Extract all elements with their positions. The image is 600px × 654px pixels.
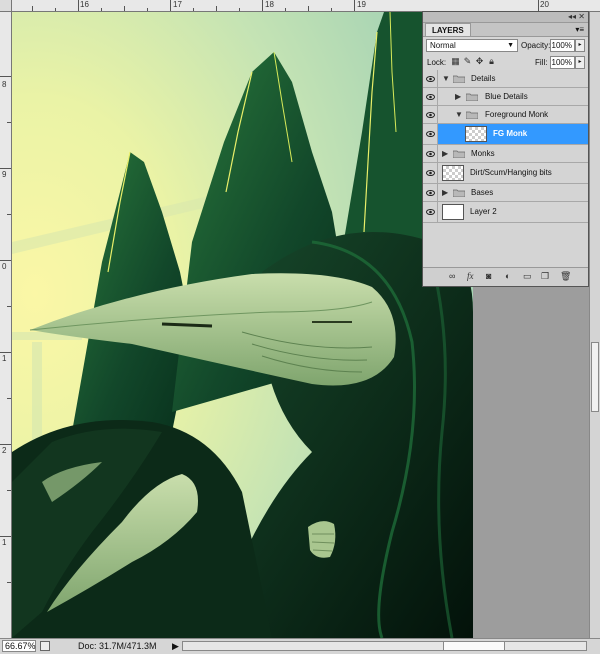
- lock-all-icon[interactable]: 🔒︎: [487, 57, 496, 66]
- fx-icon[interactable]: fx: [467, 271, 474, 282]
- lock-transparency-icon[interactable]: ▦: [451, 57, 460, 66]
- mask-icon[interactable]: ◙: [486, 271, 491, 282]
- layer-name: FG Monk: [493, 129, 528, 138]
- fill-slider-toggle[interactable]: ▸: [575, 56, 585, 69]
- panel-window-controls[interactable]: ◂◂ ✕: [568, 12, 585, 21]
- lock-position-icon[interactable]: ✥: [475, 57, 484, 66]
- lock-pixels-icon[interactable]: ✎: [463, 57, 472, 66]
- opacity-input[interactable]: 100%: [550, 39, 575, 52]
- panel-footer: ∞ fx ◙ ◐ ▭ ❐ 🗑︎: [423, 267, 588, 286]
- layer-row-fg-monk[interactable]: FG Monk: [423, 124, 588, 145]
- visibility-toggle[interactable]: [423, 184, 438, 201]
- blend-mode-value: Normal: [430, 41, 456, 50]
- eye-icon: [426, 93, 435, 100]
- collapse-triangle-icon[interactable]: ▶: [442, 188, 448, 198]
- layer-thumbnail: [465, 126, 487, 142]
- opacity-label: Opacity:: [521, 41, 551, 50]
- new-layer-icon[interactable]: ❐: [541, 271, 549, 282]
- tab-layers[interactable]: LAYERS: [425, 23, 471, 36]
- visibility-toggle[interactable]: [423, 145, 438, 162]
- layers-panel: ◂◂ ✕ LAYERS ▾≡ Normal ▼ Opacity: 100% ▸ …: [422, 11, 589, 287]
- layer-row-details[interactable]: ▼ Details: [423, 70, 588, 88]
- layer-name: Monks: [471, 148, 495, 158]
- new-group-icon[interactable]: ▭: [523, 271, 532, 282]
- layer-name: Bases: [471, 187, 494, 197]
- document-canvas[interactable]: [12, 12, 473, 638]
- zoom-level-input[interactable]: 66.67%: [2, 640, 36, 652]
- chevron-down-icon: ▼: [507, 42, 514, 49]
- layer-thumbnail: [442, 165, 464, 181]
- artwork-plague-monk: [12, 12, 473, 638]
- vertical-scroll-thumb[interactable]: [591, 342, 599, 412]
- eye-icon: [426, 150, 435, 157]
- layer-thumbnail: [442, 204, 464, 220]
- layer-name: Blue Details: [485, 91, 528, 101]
- opacity-slider-toggle[interactable]: ▸: [575, 39, 585, 52]
- eye-icon: [426, 189, 435, 196]
- status-bar: 66.67% Doc: 31.7M/471.3M ▶: [0, 638, 600, 654]
- adjustment-icon[interactable]: ◐: [505, 271, 510, 282]
- layer-name: Details: [471, 73, 496, 83]
- document-status-icon[interactable]: [40, 641, 50, 651]
- ruler-corner: [0, 0, 12, 12]
- visibility-toggle[interactable]: [423, 88, 438, 105]
- blend-mode-select[interactable]: Normal ▼: [426, 39, 518, 52]
- fill-input[interactable]: 100%: [550, 56, 575, 69]
- fill-label: Fill:: [535, 58, 548, 67]
- folder-icon: [453, 189, 465, 197]
- layer-row-dirt-scum[interactable]: Dirt/Scum/Hanging bits: [423, 163, 588, 184]
- panel-tab-bar: LAYERS ▾≡: [423, 23, 588, 37]
- layer-name: Dirt/Scum/Hanging bits: [470, 168, 552, 177]
- folder-icon: [466, 93, 478, 101]
- visibility-toggle[interactable]: [423, 70, 438, 87]
- folder-icon: [466, 111, 478, 119]
- layer-name: Foreground Monk: [485, 109, 549, 119]
- collapse-triangle-icon[interactable]: ▶: [442, 149, 448, 159]
- lock-label: Lock:: [427, 58, 447, 67]
- link-icon[interactable]: ∞: [449, 271, 455, 282]
- document-size-info[interactable]: Doc: 31.7M/471.3M: [56, 640, 172, 652]
- panel-title-bar[interactable]: ◂◂ ✕: [423, 12, 588, 23]
- layer-row-monks[interactable]: ▶ Monks: [423, 145, 588, 163]
- left-ruler[interactable]: 8 9 0 1 2 1: [0, 12, 12, 638]
- blend-opacity-row: Normal ▼ Opacity: 100% ▸: [423, 37, 588, 54]
- status-menu-arrow-icon[interactable]: ▶: [172, 641, 179, 652]
- trash-icon[interactable]: 🗑︎: [560, 271, 571, 282]
- horizontal-scroll-thumb[interactable]: [443, 642, 505, 650]
- eye-icon: [426, 170, 435, 176]
- layer-row-foreground-monk[interactable]: ▼ Foreground Monk: [423, 106, 588, 124]
- expand-triangle-icon[interactable]: ▼: [455, 110, 463, 120]
- vertical-scrollbar[interactable]: [589, 12, 600, 638]
- eye-icon: [426, 209, 435, 215]
- visibility-toggle[interactable]: [423, 202, 438, 222]
- expand-triangle-icon[interactable]: ▼: [442, 74, 450, 84]
- collapse-triangle-icon[interactable]: ▶: [455, 92, 461, 102]
- visibility-toggle[interactable]: [423, 124, 438, 144]
- folder-icon: [453, 75, 465, 83]
- visibility-toggle[interactable]: [423, 106, 438, 123]
- eye-icon: [426, 131, 435, 137]
- folder-icon: [453, 150, 465, 158]
- horizontal-scrollbar[interactable]: [182, 641, 587, 651]
- eye-icon: [426, 111, 435, 118]
- layer-name: Layer 2: [470, 207, 497, 216]
- layer-row-blue-details[interactable]: ▶ Blue Details: [423, 88, 588, 106]
- layer-row-bases[interactable]: ▶ Bases: [423, 184, 588, 202]
- layers-list: ▼ Details ▶ Blue Details ▼ Foreground Mo…: [423, 70, 588, 267]
- layer-row-layer-2[interactable]: Layer 2: [423, 202, 588, 223]
- eye-icon: [426, 75, 435, 82]
- panel-menu-icon[interactable]: ▾≡: [575, 25, 584, 34]
- visibility-toggle[interactable]: [423, 163, 438, 183]
